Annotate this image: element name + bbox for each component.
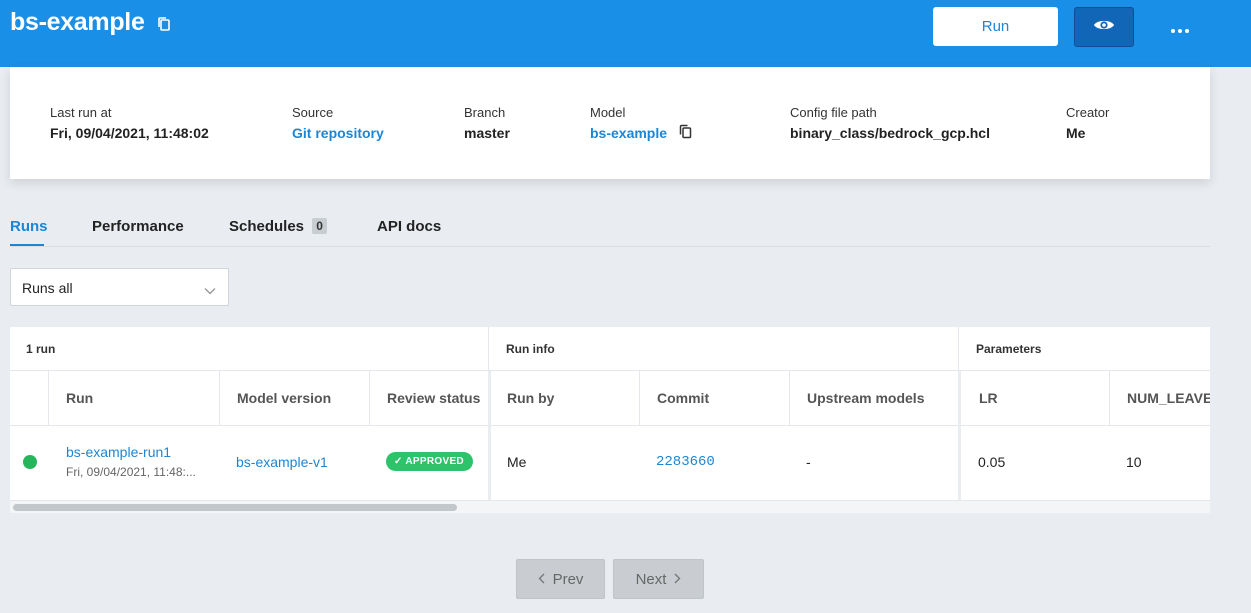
check-icon: ✓: [394, 456, 403, 467]
group-divider: [488, 327, 489, 371]
prev-page-button[interactable]: Prev: [516, 559, 605, 599]
tab-bar: Runs Performance Schedules 0 API docs: [10, 211, 1210, 247]
column-divider: [789, 371, 790, 426]
column-header-upstream-models[interactable]: Upstream models: [807, 390, 924, 406]
tab-performance[interactable]: Performance: [92, 218, 184, 235]
view-button[interactable]: [1074, 7, 1134, 47]
review-status-badge: ✓ APPROVED: [386, 452, 473, 471]
pipeline-info-card: Last run at Fri, 09/04/2021, 11:48:02 So…: [10, 67, 1210, 179]
column-divider: [1109, 371, 1110, 426]
column-divider: [639, 371, 640, 426]
scrollbar-thumb[interactable]: [13, 504, 457, 511]
next-label: Next: [635, 570, 667, 588]
upstream-models-value: -: [806, 454, 811, 470]
more-options-button[interactable]: [1163, 17, 1197, 41]
config-info: Config file path binary_class/bedrock_gc…: [790, 105, 990, 141]
column-header-commit[interactable]: Commit: [657, 390, 709, 406]
param-num-leaves-value: 10: [1126, 454, 1142, 470]
model-link[interactable]: bs-example: [590, 125, 667, 141]
group-parameters: Parameters: [976, 342, 1042, 356]
run-name-link[interactable]: bs-example-run1: [66, 444, 171, 460]
run-button[interactable]: Run: [933, 7, 1058, 46]
column-header-model-version[interactable]: Model version: [237, 390, 331, 406]
run-status-success-icon: [23, 455, 37, 469]
runs-filter-value: Runs all: [22, 280, 73, 296]
group-divider: [958, 327, 959, 371]
runs-filter-select[interactable]: Runs all: [10, 268, 229, 306]
next-page-button[interactable]: Next: [613, 559, 704, 599]
run-by-value: Me: [507, 454, 527, 470]
branch-info: Branch master: [464, 105, 510, 141]
table-row[interactable]: bs-example-run1 Fri, 09/04/2021, 11:48:.…: [10, 426, 1210, 499]
tab-performance-label: Performance: [92, 218, 184, 235]
last-run-value: Fri, 09/04/2021, 11:48:02: [50, 125, 209, 141]
last-run-info: Last run at Fri, 09/04/2021, 11:48:02: [50, 105, 209, 141]
creator-label: Creator: [1066, 105, 1110, 120]
prev-label: Prev: [552, 570, 584, 588]
commit-link[interactable]: 2283660: [656, 454, 715, 470]
column-header-lr[interactable]: LR: [979, 390, 998, 406]
column-divider: [369, 371, 370, 426]
column-divider: [219, 371, 220, 426]
tab-schedules-label: Schedules: [229, 218, 305, 235]
column-header-run-by[interactable]: Run by: [507, 390, 554, 406]
copy-icon[interactable]: [157, 16, 171, 32]
chevron-left-icon: [538, 571, 545, 588]
source-label: Source: [292, 105, 334, 120]
model-label: Model: [590, 105, 626, 120]
copy-icon[interactable]: [679, 124, 692, 142]
schedules-count-badge: 0: [312, 218, 327, 234]
table-group-header: 1 run Run info Parameters: [10, 327, 1210, 371]
creator-value: Me: [1066, 125, 1086, 141]
model-version-link[interactable]: bs-example-v1: [236, 454, 328, 470]
last-run-label: Last run at: [50, 105, 112, 120]
source-link[interactable]: Git repository: [292, 125, 384, 141]
eye-icon: [1093, 18, 1115, 37]
review-status-label: APPROVED: [405, 456, 464, 467]
tab-api-docs[interactable]: API docs: [377, 218, 441, 235]
table-horizontal-scrollbar[interactable]: [10, 500, 1210, 513]
page-title: bs-example: [10, 8, 145, 36]
branch-label: Branch: [464, 105, 506, 120]
runs-table: 1 run Run info Parameters Run Model vers…: [10, 327, 1210, 513]
tab-api-docs-label: API docs: [377, 218, 442, 235]
branch-value: master: [464, 125, 510, 141]
tab-runs[interactable]: Runs: [10, 218, 48, 235]
column-header-num-leaves[interactable]: NUM_LEAVES: [1127, 390, 1210, 406]
tab-schedules[interactable]: Schedules 0: [229, 218, 327, 235]
param-lr-value: 0.05: [978, 454, 1006, 470]
group-run-info: Run info: [506, 342, 555, 356]
creator-info: Creator Me: [1066, 105, 1109, 141]
source-info: Source Git repository: [292, 105, 384, 141]
config-label: Config file path: [790, 105, 877, 120]
tab-runs-label: Runs: [10, 218, 48, 235]
page-header: bs-example Run: [0, 0, 1251, 67]
run-timestamp: Fri, 09/04/2021, 11:48:...: [66, 465, 196, 479]
column-header-run[interactable]: Run: [66, 390, 93, 406]
active-tab-indicator: [10, 244, 44, 246]
column-header-review-status[interactable]: Review status: [387, 390, 480, 406]
config-value: binary_class/bedrock_gcp.hcl: [790, 125, 990, 141]
column-divider: [48, 371, 49, 426]
chevron-right-icon: [674, 571, 681, 588]
model-info: Model bs-example: [590, 105, 692, 142]
group-runs-count: 1 run: [26, 342, 56, 356]
more-horizontal-icon: [1171, 20, 1189, 38]
chevron-down-icon: [204, 282, 216, 300]
table-header-row: Run Model version Review status Run by C…: [10, 371, 1210, 426]
